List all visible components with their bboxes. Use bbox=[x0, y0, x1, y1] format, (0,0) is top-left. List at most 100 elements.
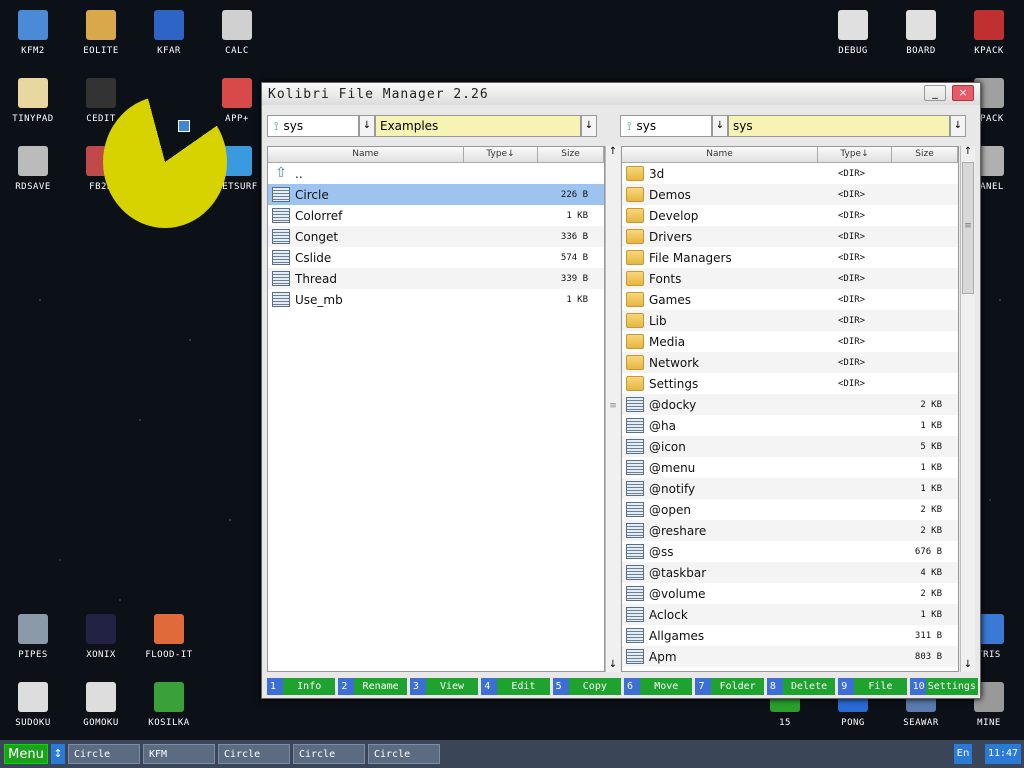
file-row[interactable]: Aclock 1 KB bbox=[622, 604, 958, 625]
col-size[interactable]: Size bbox=[892, 147, 958, 162]
folder-icon bbox=[626, 187, 644, 202]
app-icon bbox=[906, 10, 936, 40]
fkey-settings[interactable]: 10 Settings bbox=[909, 678, 979, 695]
right-drive-dropdown-icon[interactable]: ↓ bbox=[712, 115, 728, 137]
desktop-icon-pipes[interactable]: PIPES bbox=[1, 614, 65, 660]
right-drive-select[interactable]: ⟟ sys bbox=[620, 115, 712, 137]
file-name: @volume bbox=[649, 586, 706, 601]
desktop-icon-board[interactable]: BOARD bbox=[889, 10, 953, 56]
file-row[interactable]: Develop <DIR> bbox=[622, 205, 958, 226]
right-file-panel[interactable]: Name Type↓ Size 3d <DIR> Demos <DIR> Develop… bbox=[621, 146, 959, 672]
file-row[interactable]: Settings <DIR> bbox=[622, 373, 958, 394]
desktop-icon-app-[interactable]: APP+ bbox=[205, 78, 269, 124]
file-row[interactable]: Circle 226 B bbox=[268, 184, 604, 205]
taskbar-task[interactable]: Circle bbox=[68, 744, 140, 764]
window-title: Kolibri File Manager 2.26 bbox=[268, 86, 489, 102]
fkey-copy[interactable]: 5 Copy bbox=[552, 678, 622, 695]
desktop-icon-kfar[interactable]: KFAR bbox=[137, 10, 201, 56]
taskbar-task[interactable]: KFM bbox=[143, 744, 215, 764]
file-row[interactable]: File Managers <DIR> bbox=[622, 247, 958, 268]
left-file-panel[interactable]: Name Type↓ Size ⇧.. Circle 226 B Colorref 1 … bbox=[267, 146, 605, 672]
scroll-up-icon[interactable]: ↑ bbox=[961, 146, 975, 157]
file-row[interactable]: @open 2 KB bbox=[622, 499, 958, 520]
file-row[interactable]: Thread 339 B bbox=[268, 268, 604, 289]
desktop-icon-eolite[interactable]: EOLITE bbox=[69, 10, 133, 56]
scroll-grip-icon[interactable]: ≡ bbox=[606, 401, 620, 411]
file-row[interactable]: Cslide 574 B bbox=[268, 247, 604, 268]
file-row[interactable]: @docky 2 KB bbox=[622, 394, 958, 415]
language-indicator[interactable]: En bbox=[954, 744, 972, 764]
switch-arrows-icon[interactable]: ↕ bbox=[51, 744, 65, 764]
close-button[interactable]: × bbox=[952, 85, 974, 101]
desktop-icon-calc[interactable]: CALC bbox=[205, 10, 269, 56]
file-row[interactable]: @reshare 2 KB bbox=[622, 520, 958, 541]
left-scrollbar[interactable]: ↑ ↓ ≡ bbox=[605, 146, 620, 672]
col-name[interactable]: Name bbox=[622, 147, 818, 162]
left-path-field[interactable]: Examples bbox=[375, 115, 581, 137]
scroll-grip-icon[interactable]: ≡ bbox=[961, 221, 975, 231]
file-row[interactable]: Colorref 1 KB bbox=[268, 205, 604, 226]
scroll-up-icon[interactable]: ↑ bbox=[606, 146, 620, 157]
file-row[interactable]: @ss 676 B bbox=[622, 541, 958, 562]
desktop-icon-tinypad[interactable]: TINYPAD bbox=[1, 78, 65, 124]
desktop-icon-xonix[interactable]: XONIX bbox=[69, 614, 133, 660]
file-icon bbox=[626, 523, 644, 538]
desktop-icon-kpack[interactable]: KPACK bbox=[957, 10, 1021, 56]
fkey-move[interactable]: 6 Move bbox=[624, 678, 693, 695]
file-row[interactable]: Use_mb 1 KB bbox=[268, 289, 604, 310]
fkey-folder[interactable]: 7 Folder bbox=[695, 678, 764, 695]
taskbar-task[interactable]: Circle bbox=[368, 744, 440, 764]
file-row[interactable]: ⇧.. bbox=[268, 163, 604, 184]
file-row[interactable]: Lib <DIR> bbox=[622, 310, 958, 331]
desktop-icon-gomoku[interactable]: GOMOKU bbox=[69, 682, 133, 728]
right-path-field[interactable]: sys bbox=[728, 115, 950, 137]
file-row[interactable]: @taskbar 4 KB bbox=[622, 562, 958, 583]
col-size[interactable]: Size bbox=[538, 147, 604, 162]
fkey-delete[interactable]: 8 Delete bbox=[766, 678, 836, 695]
file-row[interactable]: Demos <DIR> bbox=[622, 184, 958, 205]
desktop-icon-sudoku[interactable]: SUDOKU bbox=[1, 682, 65, 728]
fkey-info[interactable]: 1 Info bbox=[267, 678, 336, 695]
file-row[interactable]: Games <DIR> bbox=[622, 289, 958, 310]
left-drive-dropdown-icon[interactable]: ↓ bbox=[359, 115, 375, 137]
file-row[interactable]: @icon 5 KB bbox=[622, 436, 958, 457]
folder-icon bbox=[626, 376, 644, 391]
file-row[interactable]: @ha 1 KB bbox=[622, 415, 958, 436]
desktop-icon-kfm2[interactable]: KFM2 bbox=[1, 10, 65, 56]
desktop-icon-flood-it[interactable]: FLOOD-IT bbox=[137, 614, 201, 660]
file-row[interactable]: 3d <DIR> bbox=[622, 163, 958, 184]
file-row[interactable]: Apm 803 B bbox=[622, 646, 958, 667]
left-path-dropdown-icon[interactable]: ↓ bbox=[581, 115, 597, 137]
col-type[interactable]: Type↓ bbox=[464, 147, 538, 162]
fkey-view[interactable]: 3 View bbox=[409, 678, 479, 695]
desktop-icon-debug[interactable]: DEBUG bbox=[821, 10, 885, 56]
scroll-down-icon[interactable]: ↓ bbox=[606, 659, 620, 670]
fkey-file[interactable]: 9 File bbox=[838, 678, 907, 695]
menu-button[interactable]: Menu bbox=[4, 744, 48, 764]
taskbar-task[interactable]: Circle bbox=[218, 744, 290, 764]
file-row[interactable]: Drivers <DIR> bbox=[622, 226, 958, 247]
col-name[interactable]: Name bbox=[268, 147, 464, 162]
desktop-icon-kosilka[interactable]: KOSILKA bbox=[137, 682, 201, 728]
desktop-icon-label: GOMOKU bbox=[83, 718, 119, 728]
file-row[interactable]: Fonts <DIR> bbox=[622, 268, 958, 289]
window-titlebar[interactable]: Kolibri File Manager 2.26 bbox=[262, 83, 980, 105]
file-row[interactable]: Network <DIR> bbox=[622, 352, 958, 373]
col-type[interactable]: Type↓ bbox=[818, 147, 892, 162]
right-scrollbar[interactable]: ↑ ≡ ↓ bbox=[960, 146, 975, 672]
file-size: 574 B bbox=[560, 252, 588, 263]
file-row[interactable]: @volume 2 KB bbox=[622, 583, 958, 604]
minimize-button[interactable]: _ bbox=[924, 85, 946, 101]
file-row[interactable]: Conget 336 B bbox=[268, 226, 604, 247]
file-row[interactable]: @menu 1 KB bbox=[622, 457, 958, 478]
file-row[interactable]: @notify 1 KB bbox=[622, 478, 958, 499]
fkey-rename[interactable]: 2 Rename bbox=[338, 678, 407, 695]
desktop-icon-rdsave[interactable]: RDSAVE bbox=[1, 146, 65, 192]
right-path-dropdown-icon[interactable]: ↓ bbox=[950, 115, 966, 137]
file-row[interactable]: Allgames 311 B bbox=[622, 625, 958, 646]
scroll-down-icon[interactable]: ↓ bbox=[961, 659, 975, 670]
file-row[interactable]: Media <DIR> bbox=[622, 331, 958, 352]
left-drive-select[interactable]: ⟟ sys bbox=[267, 115, 359, 137]
fkey-edit[interactable]: 4 Edit bbox=[481, 678, 550, 695]
taskbar-task[interactable]: Circle bbox=[293, 744, 365, 764]
